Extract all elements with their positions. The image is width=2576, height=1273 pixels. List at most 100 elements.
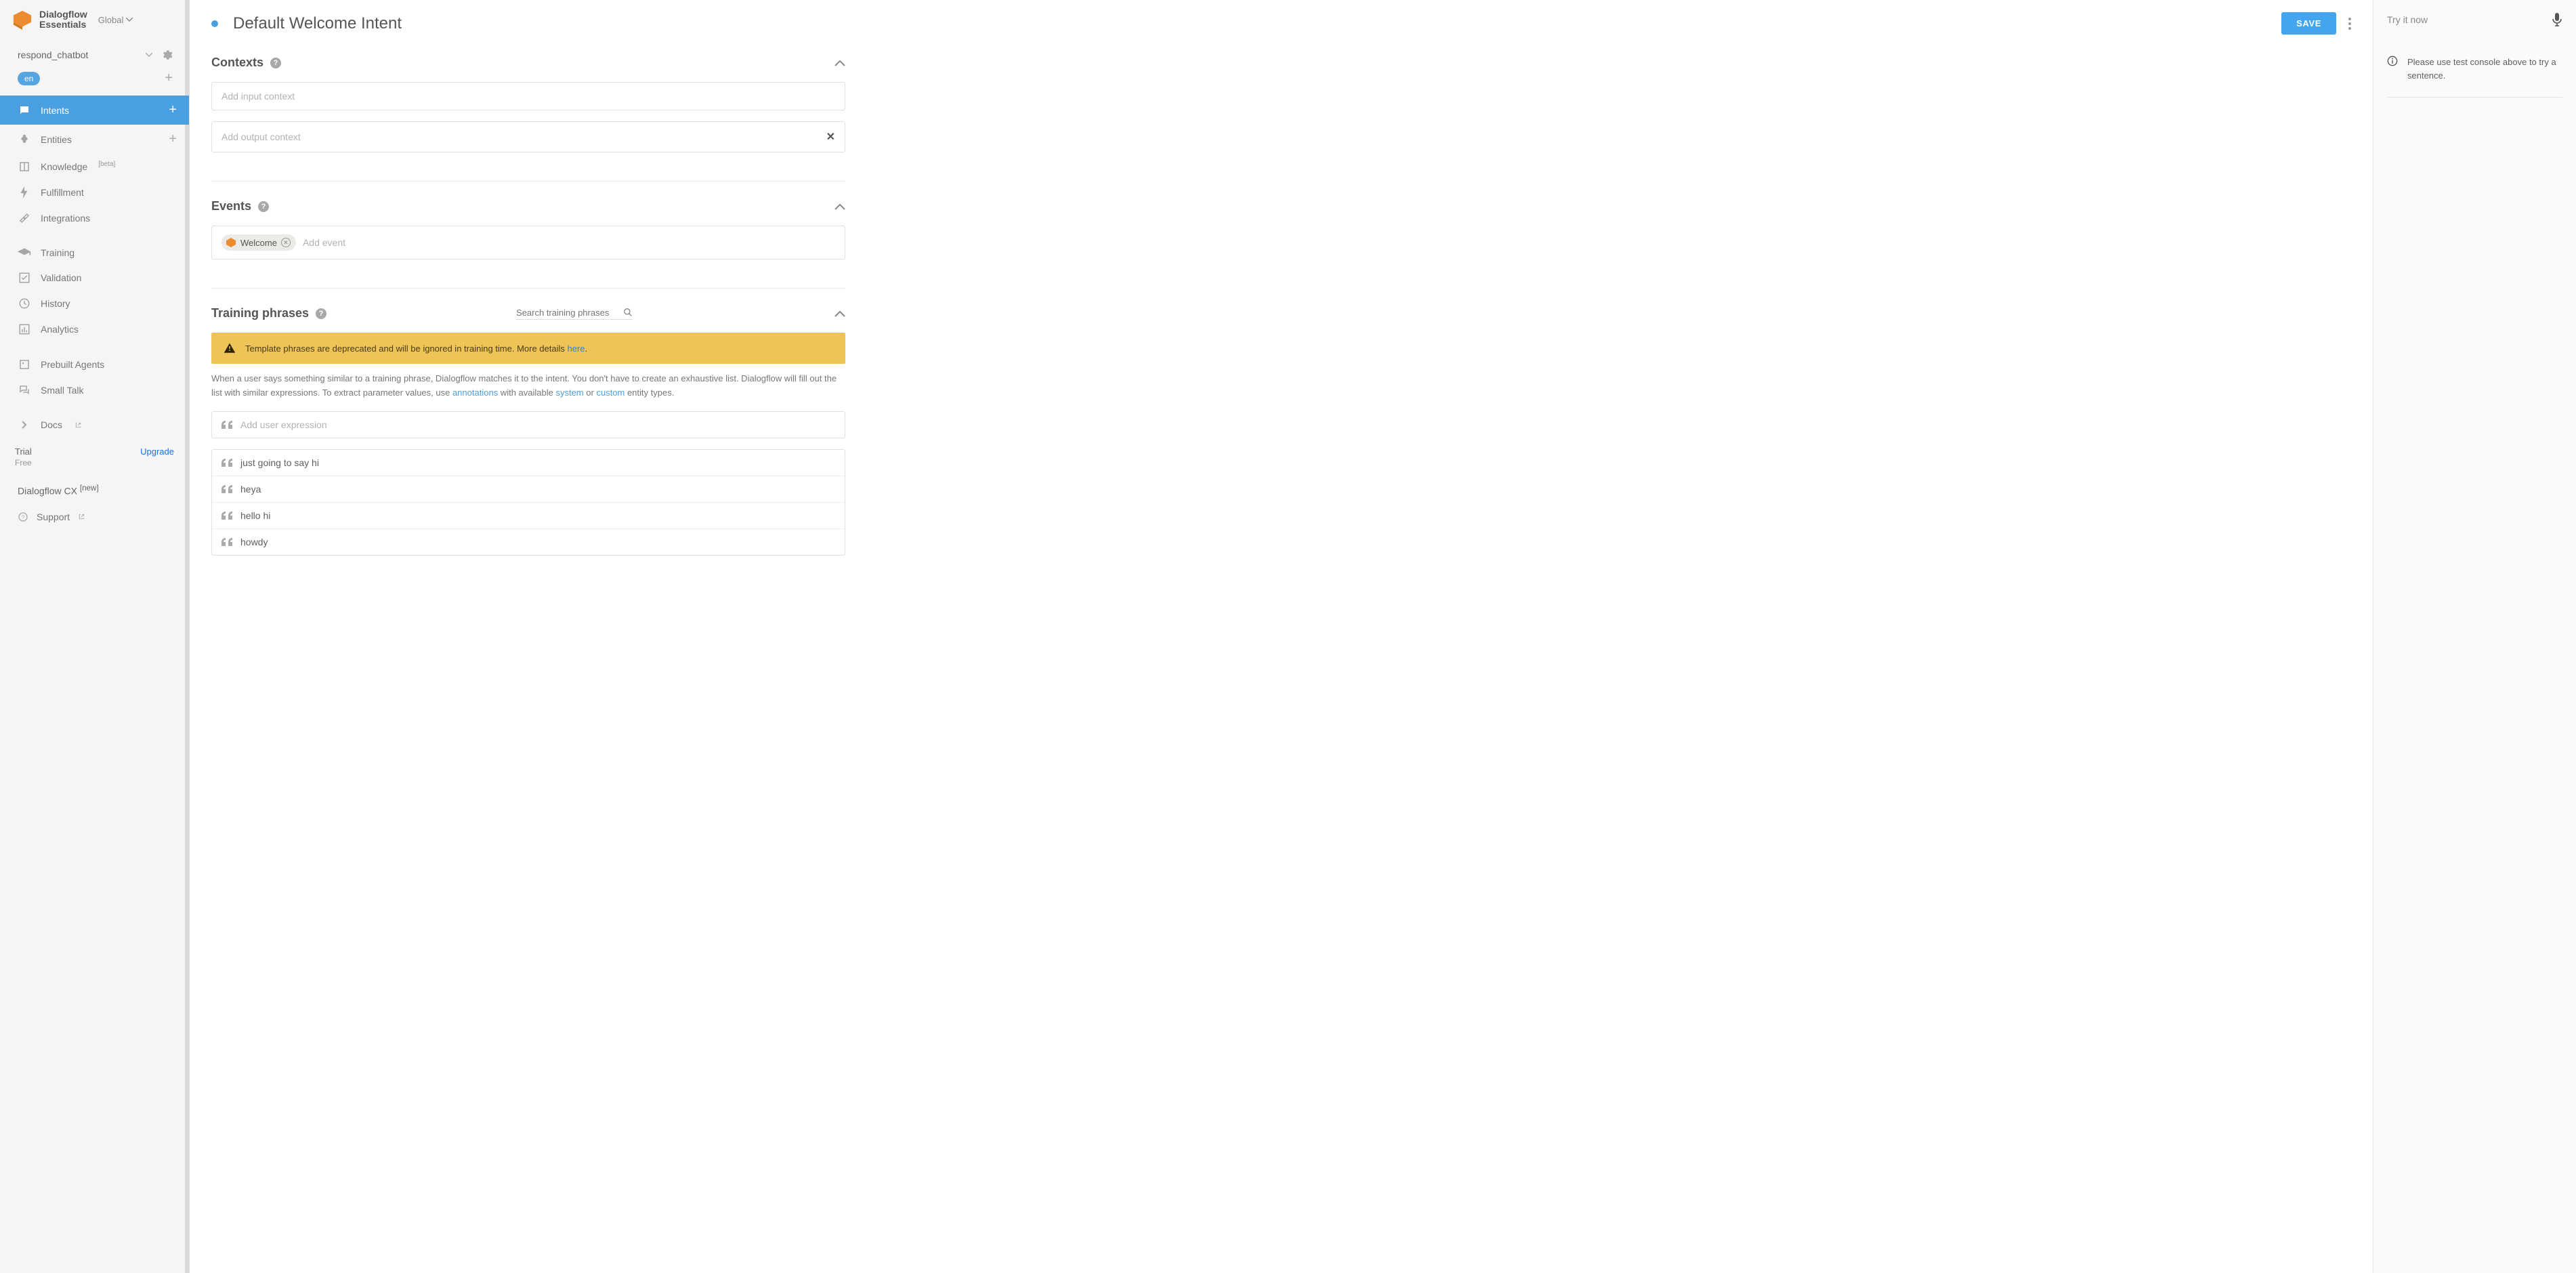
add-event-input[interactable] [303,237,835,248]
smalltalk-icon [18,384,31,396]
input-context-field[interactable] [211,82,845,110]
phrase-text: just going to say hi [240,457,319,468]
phrase-row[interactable]: howdy [212,529,845,555]
nav-knowledge[interactable]: Knowledge [beta] [0,154,189,180]
knowledge-icon [18,161,31,173]
quote-icon [221,459,232,467]
region-label: Global [98,15,124,25]
nav-label: Integrations [41,213,90,224]
section-header-training: Training phrases ? [211,306,845,320]
external-link-icon [75,421,82,429]
nav-intents[interactable]: Intents + [0,96,189,125]
nav-label: Training [41,247,75,258]
phrase-row[interactable]: hello hi [212,503,845,529]
fulfillment-icon [18,186,31,199]
help-icon[interactable]: ? [258,201,269,212]
clear-output-context-button[interactable]: ✕ [826,130,835,144]
nav-history[interactable]: History [0,291,189,316]
phrase-row[interactable]: heya [212,476,845,503]
try-message: Please use test console above to try a s… [2387,56,2562,98]
add-phrase-input[interactable] [240,419,835,430]
add-phrase-box [211,411,845,438]
event-chip-welcome: Welcome ✕ [221,234,296,251]
agent-selector[interactable]: respond_chatbot [0,39,189,65]
quote-icon [221,538,232,546]
nav-label: Intents [41,105,69,116]
add-intent-button[interactable]: + [169,102,177,118]
search-phrases[interactable] [516,308,633,320]
nav-training[interactable]: Training [0,241,189,265]
intent-header: Default Welcome Intent SAVE [190,0,2373,50]
section-title: Training phrases [211,306,309,320]
brand-line2: Essentials [39,20,87,30]
warning-link[interactable]: here [567,343,585,354]
agent-settings-button[interactable] [156,49,177,61]
mic-button[interactable] [2552,12,2562,27]
nav-small-talk[interactable]: Small Talk [0,377,189,403]
new-badge: [new] [80,484,99,493]
nav-primary: Intents + Entities + Knowledge [beta] Fu… [0,96,189,231]
phrase-row[interactable]: just going to say hi [212,450,845,476]
trial-title: Trial [15,446,32,457]
nav-validation[interactable]: Validation [0,265,189,291]
collapse-button[interactable] [835,60,845,66]
add-phrase-row[interactable] [212,412,845,438]
nav-label: Validation [41,272,81,283]
remove-event-button[interactable]: ✕ [281,238,291,247]
nav-prebuilt-agents[interactable]: Prebuilt Agents [0,352,189,377]
phrase-text: heya [240,484,261,495]
svg-text:?: ? [22,514,25,520]
deprecation-warning: Template phrases are deprecated and will… [211,333,845,364]
help-icon[interactable]: ? [316,308,326,319]
try-placeholder[interactable]: Try it now [2387,14,2428,25]
training-description: When a user says something similar to a … [211,372,845,400]
collapse-button[interactable] [835,203,845,210]
nav-integrations[interactable]: Integrations [0,205,189,231]
output-context-input[interactable] [221,131,820,142]
intents-icon [18,104,31,117]
quote-icon [221,512,232,520]
system-link[interactable]: system [555,388,583,398]
support-link[interactable]: ? Support [0,503,189,530]
region-selector[interactable]: Global [98,15,133,25]
help-icon[interactable]: ? [270,58,281,68]
more-menu-button[interactable] [2348,18,2351,30]
warning-icon [224,342,236,354]
chevron-down-icon [146,53,152,57]
save-button[interactable]: SAVE [2281,12,2336,35]
collapse-button[interactable] [835,310,845,317]
dialogflow-cx-link[interactable]: Dialogflow CX [new] [0,477,189,503]
nav-label: History [41,298,70,309]
analytics-icon [18,323,31,335]
search-phrases-input[interactable] [516,308,618,318]
kebab-icon [2348,18,2351,30]
nav-entities[interactable]: Entities + [0,125,189,154]
search-icon [623,308,633,317]
add-language-button[interactable]: + [165,70,177,86]
input-context-input[interactable] [221,91,835,102]
nav-docs-link[interactable]: Docs [0,413,189,437]
nav-analytics[interactable]: Analytics [0,316,189,342]
history-icon [18,297,31,310]
agent-dropdown-caret[interactable] [142,53,156,57]
nav-label: Fulfillment [41,187,84,198]
nav-label: Docs [41,419,62,430]
upgrade-link[interactable]: Upgrade [140,446,174,457]
intent-content: Contexts ? ✕ Events ? [190,50,867,600]
intent-title[interactable]: Default Welcome Intent [233,14,2281,33]
nav-fulfillment[interactable]: Fulfillment [0,180,189,205]
integrations-icon [18,212,31,224]
section-contexts: Contexts ? ✕ [211,50,845,181]
output-context-field[interactable]: ✕ [211,121,845,152]
add-entity-button[interactable]: + [169,131,177,147]
custom-link[interactable]: custom [596,388,625,398]
section-title: Events [211,199,251,213]
phrase-list: just going to say hi heya hello hi howdy [211,449,845,556]
language-chip[interactable]: en [18,72,40,85]
annotations-link[interactable]: annotations [452,388,498,398]
trial-sub: Free [15,458,32,467]
external-link-icon [78,513,85,520]
events-field[interactable]: Welcome ✕ [211,226,845,259]
validation-icon [18,272,31,284]
nav-label: Prebuilt Agents [41,359,104,370]
